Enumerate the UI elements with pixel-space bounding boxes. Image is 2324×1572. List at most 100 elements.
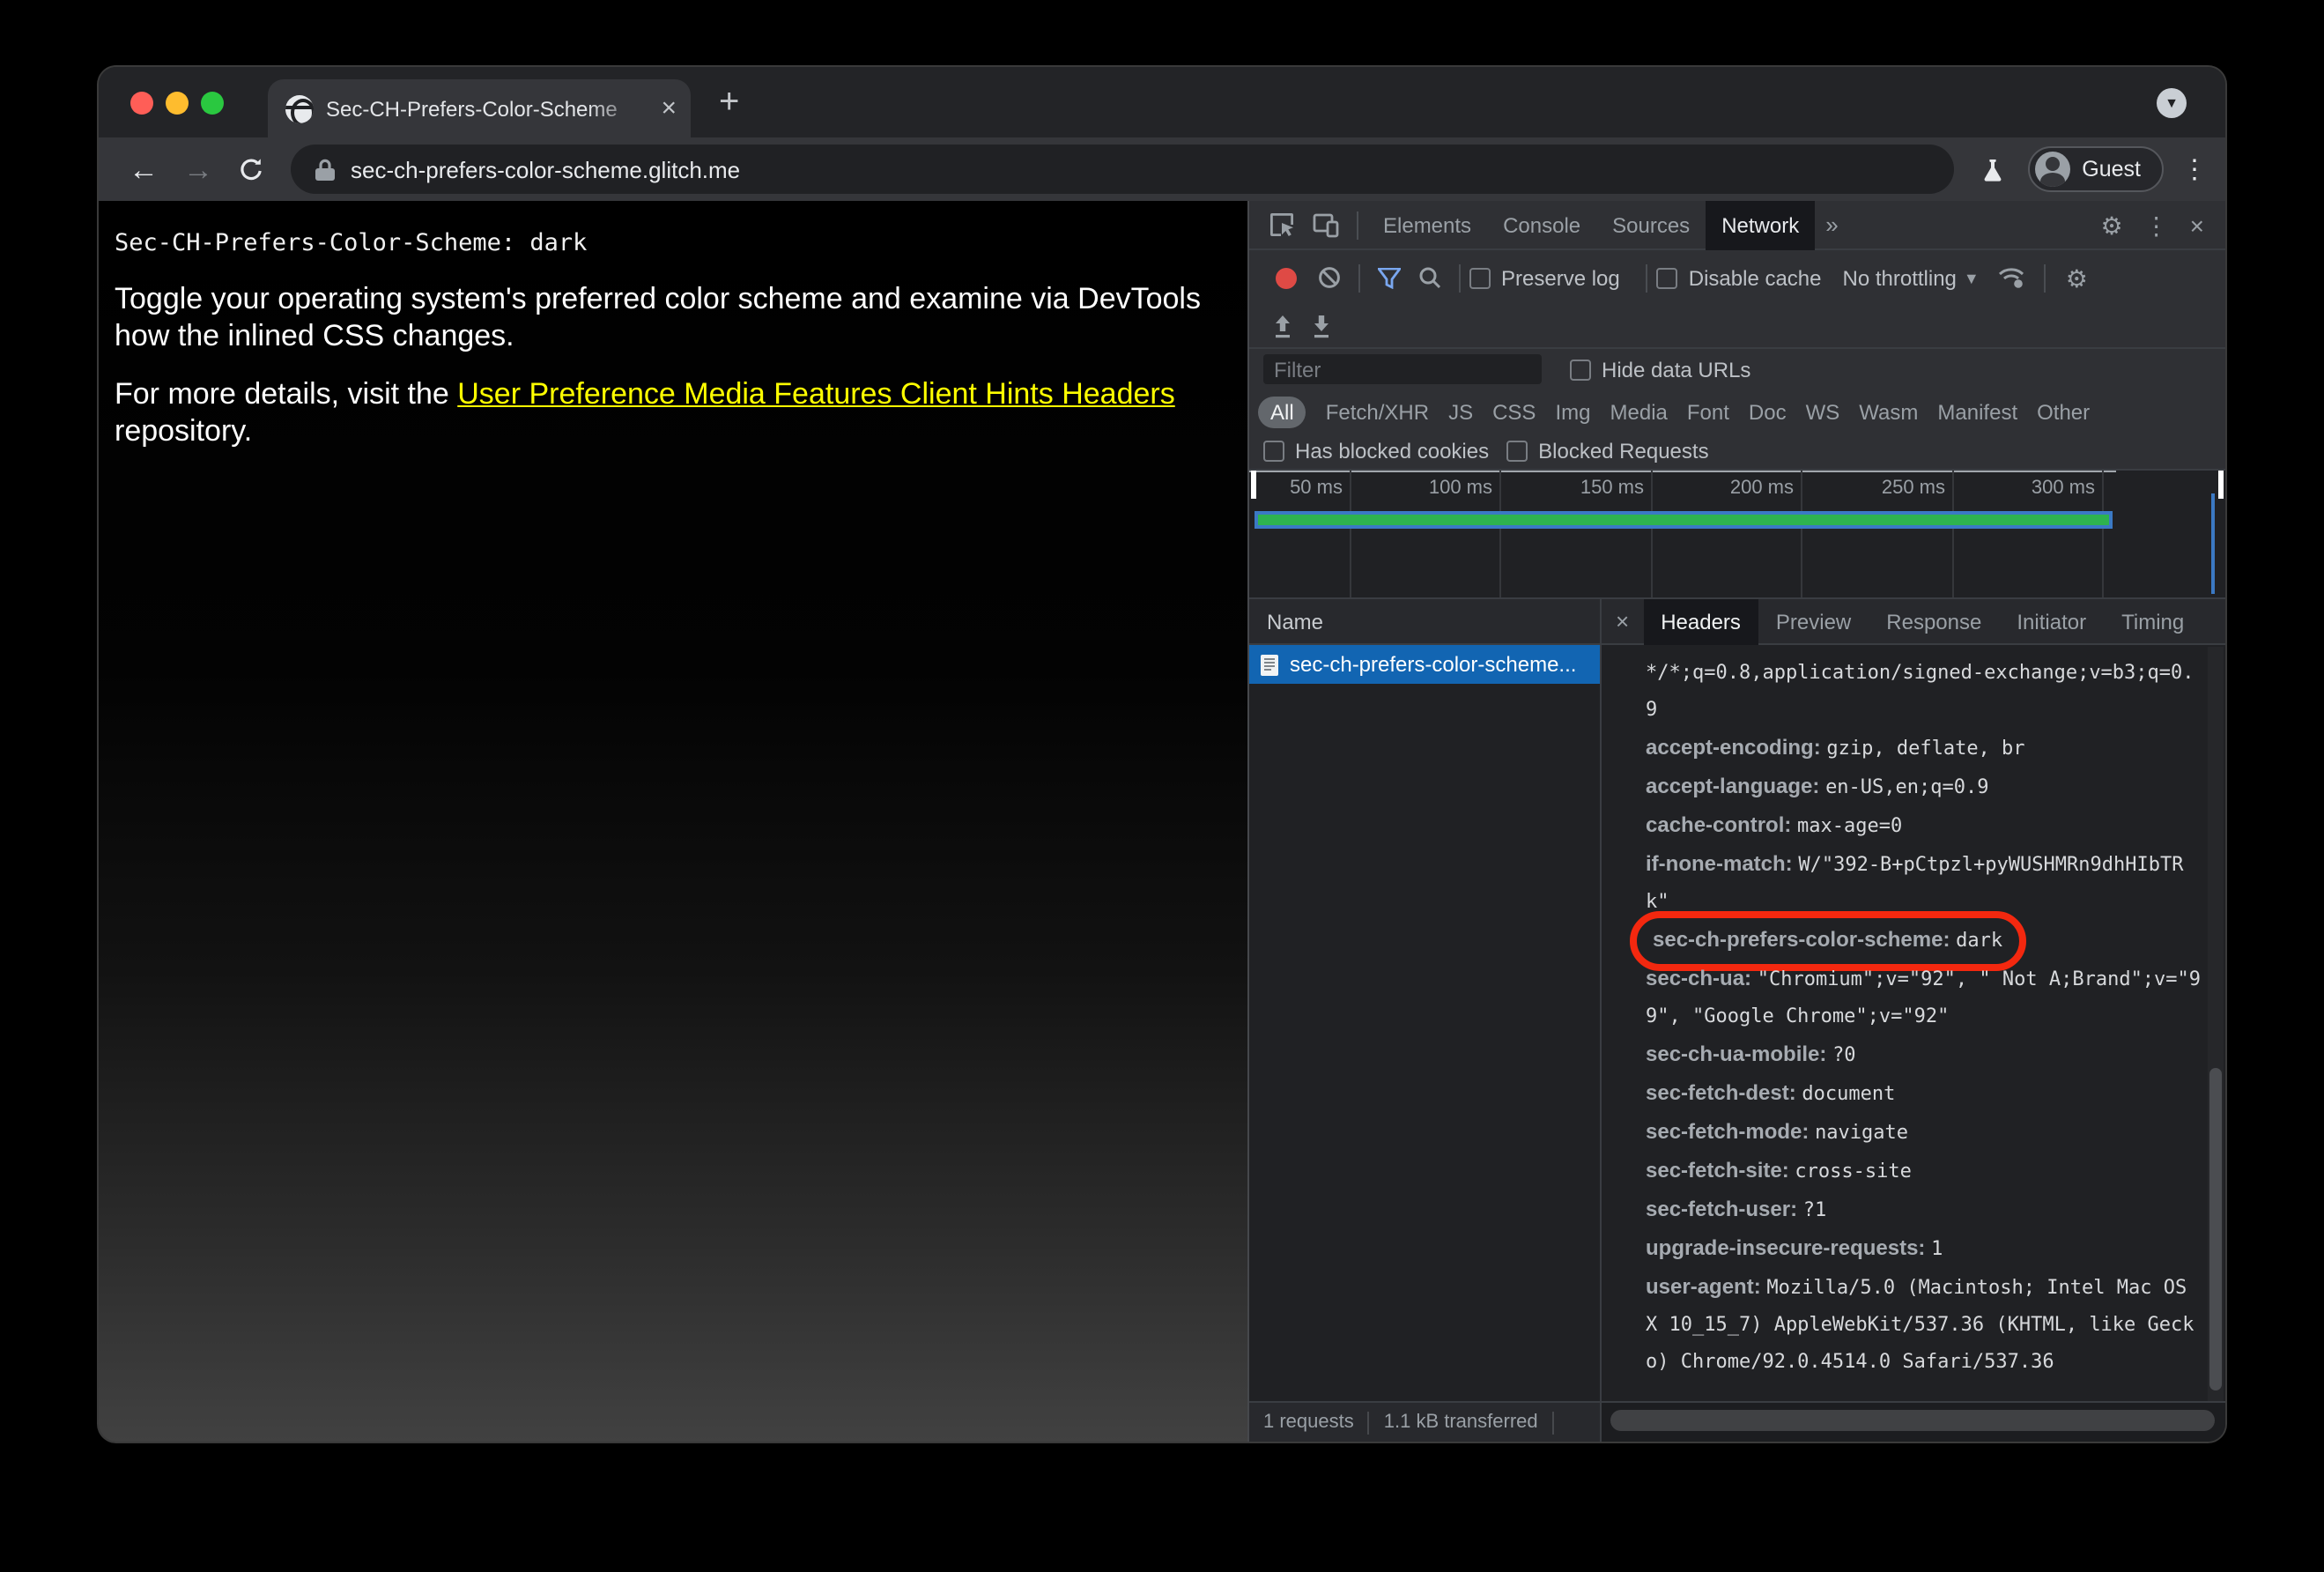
- export-har-button[interactable]: [1302, 314, 1341, 338]
- chip-other[interactable]: Other: [2037, 399, 2090, 424]
- browser-tab[interactable]: Sec-CH-Prefers-Color-Scheme ×: [268, 79, 691, 137]
- lock-icon: [315, 158, 335, 180]
- blocked-requests-label: Blocked Requests: [1538, 439, 1709, 463]
- close-window-button[interactable]: [130, 92, 153, 115]
- chip-manifest[interactable]: Manifest: [1937, 399, 2017, 424]
- zoom-window-button[interactable]: [201, 92, 224, 115]
- hide-data-urls-checkbox[interactable]: [1570, 359, 1591, 380]
- gridline: [2102, 471, 2104, 597]
- chip-js[interactable]: JS: [1448, 399, 1473, 424]
- request-header-line: sec-ch-ua-mobile: ?0: [1646, 1036, 2202, 1073]
- address-bar[interactable]: sec-ch-prefers-color-scheme.glitch.me: [291, 145, 1954, 194]
- header-name: sec-fetch-site:: [1646, 1158, 1795, 1183]
- tab-search-button[interactable]: ▼: [2157, 88, 2187, 118]
- request-header-line: sec-ch-prefers-color-scheme: dark: [1630, 911, 2202, 971]
- preserve-log-checkbox[interactable]: [1469, 267, 1491, 288]
- network-toolbar: Preserve log Disable cache No throttling…: [1249, 250, 2225, 305]
- gridline: [1499, 471, 1501, 597]
- gridline: [1350, 471, 1351, 597]
- chip-img[interactable]: Img: [1555, 399, 1590, 424]
- more-tabs-button[interactable]: »: [1815, 211, 1848, 238]
- tab-console[interactable]: Console: [1487, 200, 1596, 249]
- scrollbar-thumb[interactable]: [2209, 1068, 2222, 1390]
- page-link[interactable]: User Preference Media Features Client Hi…: [457, 377, 1174, 411]
- search-icon: [1419, 267, 1441, 289]
- selection-handle-right[interactable]: [2218, 471, 2223, 499]
- tick-300ms: 300 ms: [2031, 478, 2095, 499]
- header-name: upgrade-insecure-requests:: [1646, 1235, 1932, 1260]
- chip-media[interactable]: Media: [1610, 399, 1668, 424]
- inspect-element-button[interactable]: [1260, 211, 1304, 238]
- request-header-line: if-none-match: W/"392-B+pCtpzl+pyWUSHMRn…: [1646, 846, 2202, 920]
- chip-font[interactable]: Font: [1687, 399, 1729, 424]
- chip-doc[interactable]: Doc: [1749, 399, 1787, 424]
- requests-table: Name sec-ch-prefers-color-scheme...: [1249, 599, 1602, 1401]
- chip-css[interactable]: CSS: [1492, 399, 1536, 424]
- reload-button[interactable]: [238, 156, 264, 182]
- devtools-menu-button[interactable]: ⋮: [2134, 212, 2180, 237]
- device-toolbar-button[interactable]: [1304, 211, 1348, 238]
- page-paragraph-2-prefix: For more details, visit the: [115, 377, 458, 411]
- request-header-line: accept-encoding: gzip, deflate, br: [1646, 730, 2202, 767]
- tab-timing[interactable]: Timing: [2104, 598, 2202, 644]
- overview-top-line: [1249, 471, 2116, 472]
- throttling-select[interactable]: No throttling: [1843, 265, 1957, 290]
- chip-ws[interactable]: WS: [1806, 399, 1840, 424]
- divider: [2044, 263, 2046, 292]
- devtools-close-button[interactable]: ×: [2180, 212, 2215, 237]
- devtools-settings-button[interactable]: ⚙: [2091, 212, 2134, 237]
- tab-sources[interactable]: Sources: [1596, 200, 1706, 249]
- disable-cache-checkbox[interactable]: [1656, 267, 1678, 288]
- filter-input[interactable]: Filter: [1263, 354, 1542, 384]
- clear-button[interactable]: [1309, 266, 1350, 289]
- tab-elements[interactable]: Elements: [1367, 200, 1487, 249]
- blocked-requests-checkbox[interactable]: [1506, 441, 1528, 462]
- network-search-button[interactable]: [1410, 266, 1450, 289]
- selection-handle-left[interactable]: [1251, 471, 1255, 499]
- tab-title: Sec-CH-Prefers-Color-Scheme: [326, 96, 618, 121]
- chip-wasm[interactable]: Wasm: [1859, 399, 1918, 424]
- disable-cache-label: Disable cache: [1688, 265, 1822, 290]
- transferred-size: 1.1 kB transferred: [1383, 1412, 1538, 1433]
- request-row-selected[interactable]: sec-ch-prefers-color-scheme...: [1249, 645, 1600, 684]
- has-blocked-cookies-checkbox[interactable]: [1263, 441, 1284, 462]
- tab-network[interactable]: Network: [1706, 200, 1816, 249]
- devtools-panel: Elements Console Sources Network » ⚙ ⋮ ×: [1249, 200, 2225, 1442]
- name-column-header[interactable]: Name: [1249, 599, 1600, 645]
- record-button[interactable]: [1276, 267, 1297, 288]
- chip-fetch-xhr[interactable]: Fetch/XHR: [1326, 399, 1429, 424]
- profile-name: Guest: [2082, 157, 2141, 182]
- wifi-gear-icon: [1999, 268, 2024, 288]
- tick-150ms: 150 ms: [1580, 478, 1644, 499]
- detail-close-button[interactable]: ×: [1602, 608, 1643, 634]
- detail-scrollbar[interactable]: [2208, 647, 2224, 1401]
- detail-tab-bar: × Headers Preview Response Initiator Tim…: [1602, 598, 2225, 645]
- header-value: ?1: [1802, 1198, 1827, 1221]
- back-button[interactable]: ←: [129, 154, 159, 184]
- labs-flask-button[interactable]: [1971, 156, 2013, 182]
- device-toolbar-icon: [1313, 213, 1339, 238]
- network-overview-timeline[interactable]: 50 ms 100 ms 150 ms 200 ms 250 ms 300 ms: [1249, 471, 2225, 599]
- network-settings-button[interactable]: ⚙: [2055, 265, 2098, 290]
- network-conditions-button[interactable]: [1990, 266, 2036, 289]
- tab-initiator[interactable]: Initiator: [1999, 598, 2104, 644]
- import-har-button[interactable]: [1263, 314, 1302, 338]
- tab-headers[interactable]: Headers: [1643, 598, 1758, 644]
- minimize-window-button[interactable]: [166, 92, 189, 115]
- tick-100ms: 100 ms: [1428, 478, 1492, 499]
- tab-close-icon[interactable]: ×: [661, 95, 677, 122]
- request-name: sec-ch-prefers-color-scheme...: [1290, 652, 1577, 677]
- profile-chip[interactable]: Guest: [2027, 146, 2164, 192]
- horizontal-scrollbar[interactable]: [1610, 1410, 2215, 1431]
- tab-response[interactable]: Response: [1869, 598, 1999, 644]
- filter-toggle-button[interactable]: [1369, 267, 1410, 288]
- tab-preview[interactable]: Preview: [1758, 598, 1869, 644]
- gridline: [1651, 471, 1653, 597]
- browser-menu-button[interactable]: ⋮: [2181, 153, 2208, 185]
- divider: [1646, 263, 1648, 292]
- new-tab-button[interactable]: +: [719, 83, 739, 123]
- request-detail-pane: × Headers Preview Response Initiator Tim…: [1602, 598, 2225, 1401]
- chip-all[interactable]: All: [1258, 396, 1306, 427]
- forward-button[interactable]: →: [183, 154, 213, 184]
- tick-50ms: 50 ms: [1290, 478, 1343, 499]
